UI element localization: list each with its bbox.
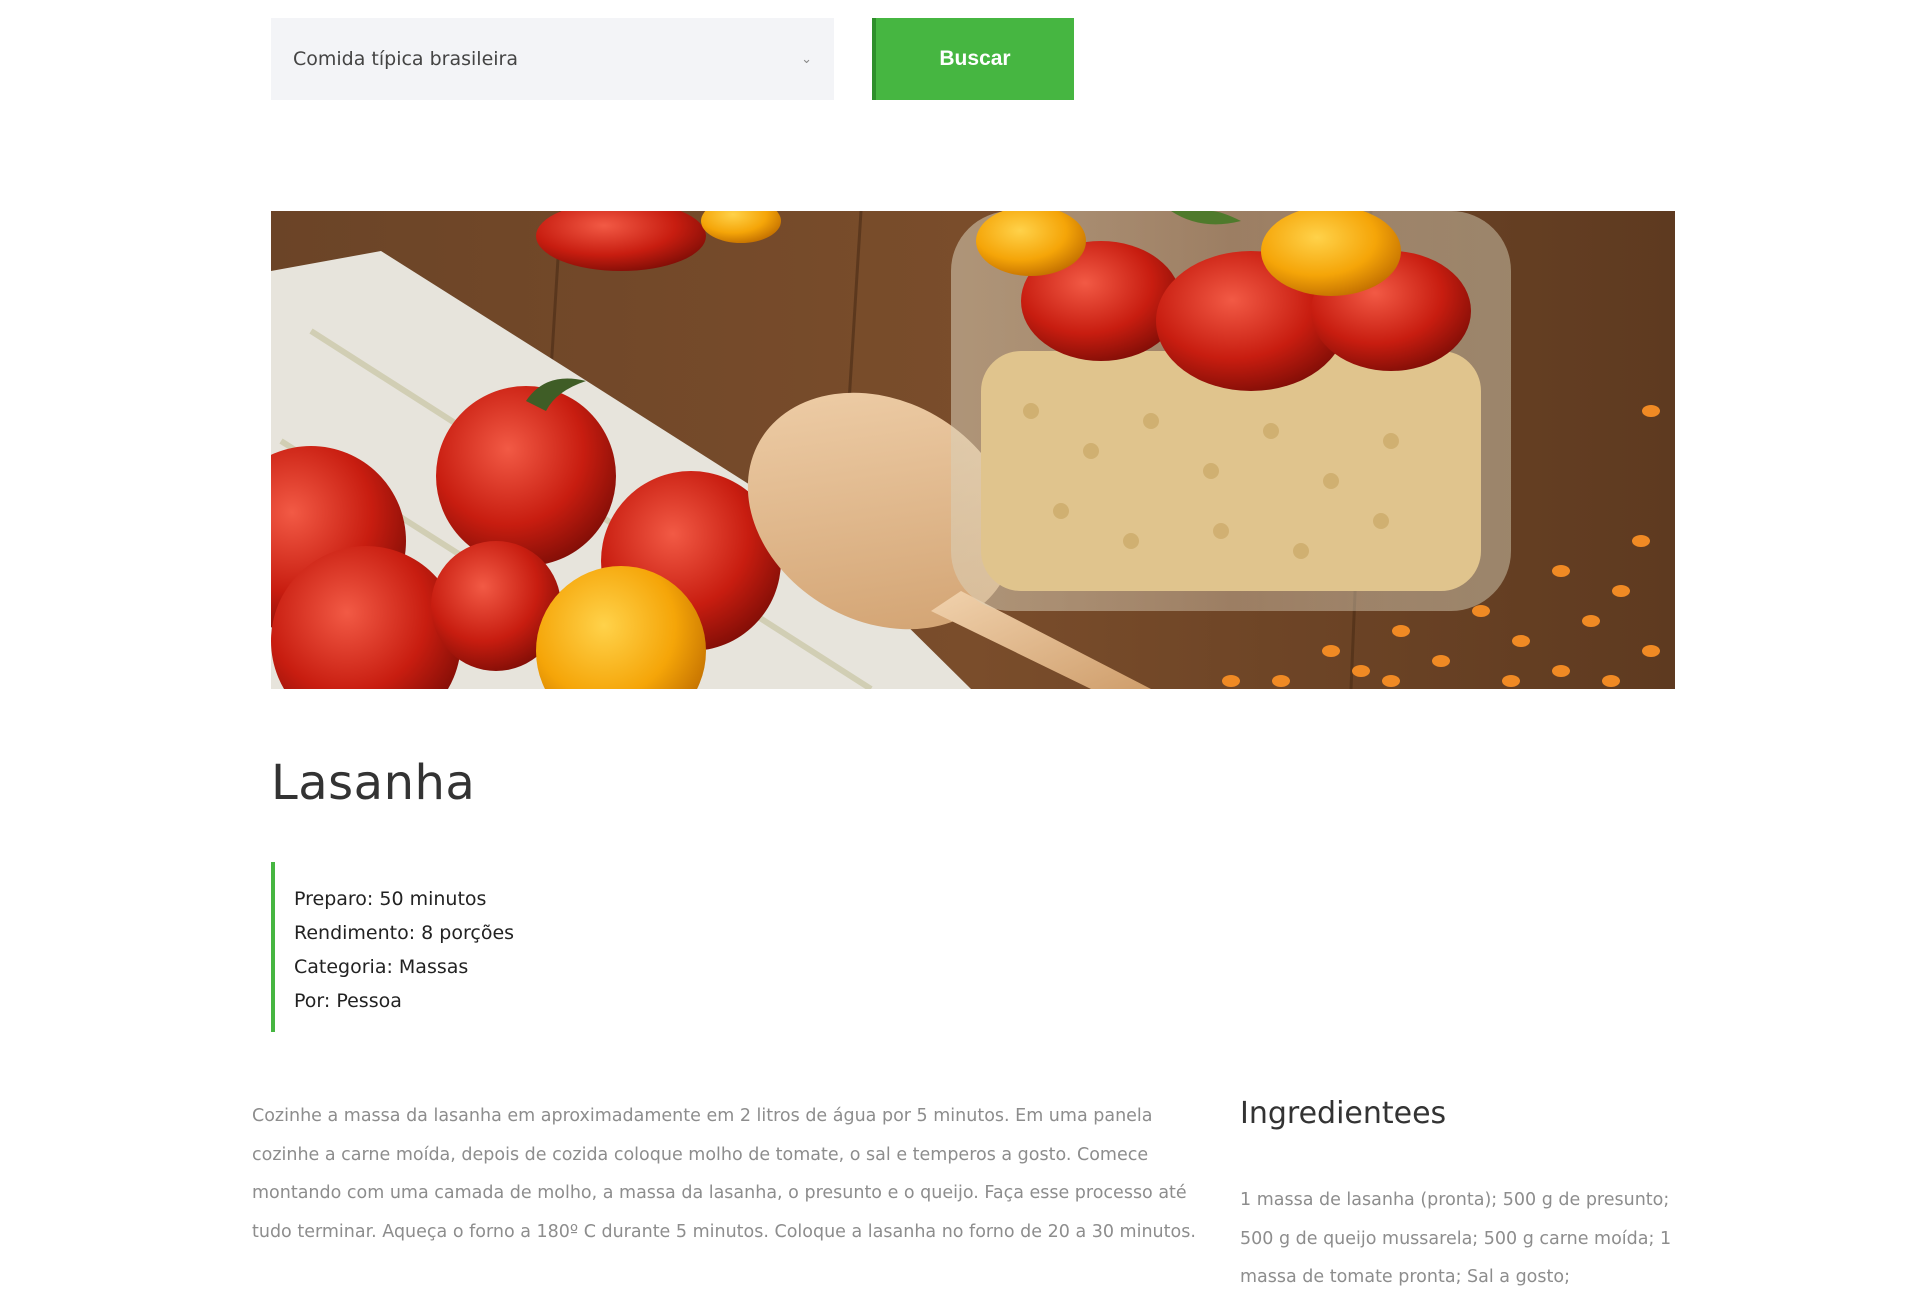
ingredients-list: 1 massa de lasanha (pronta); 500 g de pr… bbox=[1240, 1190, 1672, 1287]
search-button[interactable]: Buscar bbox=[872, 18, 1074, 100]
recipe-meta: Preparo: 50 minutos Rendimento: 8 porçõe… bbox=[271, 862, 771, 1032]
meta-preparo: Preparo: 50 minutos bbox=[294, 888, 487, 910]
meta-rendimento: Rendimento: 8 porções bbox=[294, 922, 515, 944]
ingredients-heading: Ingredientees bbox=[1240, 1096, 1447, 1131]
recipe-title: Lasanha bbox=[271, 755, 476, 811]
search-bar: Comida típica brasileira ⌄ Buscar bbox=[271, 18, 1671, 100]
meta-por: Por: Pessoa bbox=[294, 990, 402, 1012]
category-select[interactable]: Comida típica brasileira ⌄ bbox=[271, 18, 834, 100]
chevron-down-icon: ⌄ bbox=[801, 51, 812, 66]
category-select-value: Comida típica brasileira bbox=[293, 48, 519, 70]
recipe-hero-image bbox=[271, 211, 1675, 689]
recipe-instructions: Cozinhe a massa da lasanha em aproximada… bbox=[252, 1106, 1196, 1242]
meta-categoria: Categoria: Massas bbox=[294, 956, 469, 978]
